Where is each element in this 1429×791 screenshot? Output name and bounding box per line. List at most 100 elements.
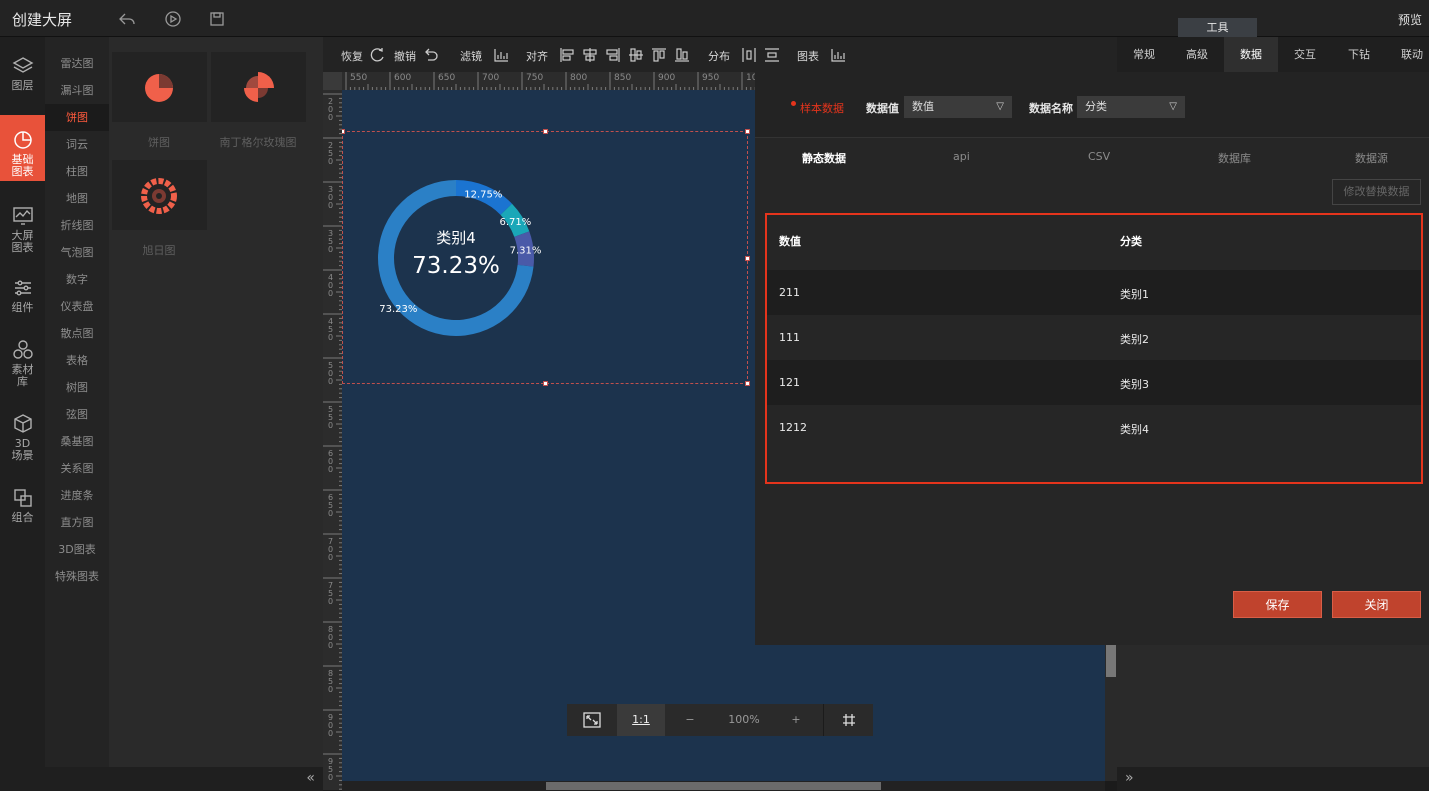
category-item[interactable]: 弦图 [45, 401, 109, 428]
zoom-in-button[interactable]: + [781, 704, 811, 736]
table-row[interactable]: 121 类别3 [767, 360, 1421, 405]
fit-screen-button[interactable] [567, 704, 617, 736]
tab-advanced[interactable]: 高级 [1170, 37, 1224, 72]
rail-item-3d-scene[interactable]: 3D 场景 [0, 413, 45, 462]
category-item[interactable]: 进度条 [45, 482, 109, 509]
tools-tab[interactable]: 工具 [1178, 18, 1257, 37]
play-icon[interactable] [164, 10, 182, 28]
thumbnail-sunburst[interactable] [112, 160, 207, 230]
cell-value[interactable]: 111 [779, 331, 800, 344]
align-middle-icon[interactable] [628, 47, 644, 63]
rail-item-basic-charts[interactable]: 基础 图表 [0, 115, 45, 181]
ruler-label: 450 [328, 317, 334, 342]
close-button[interactable]: 关闭 [1332, 591, 1421, 618]
tab-api[interactable]: api [953, 150, 970, 163]
value-field-select[interactable]: 数值 ▽ [904, 96, 1012, 118]
rail-item-assets[interactable]: 素材 库 [0, 339, 45, 388]
category-item[interactable]: 折线图 [45, 212, 109, 239]
category-item[interactable]: 柱图 [45, 158, 109, 185]
cell-category[interactable]: 类别4 [1120, 421, 1149, 437]
category-item[interactable]: 散点图 [45, 320, 109, 347]
scroll-thumb[interactable] [546, 782, 881, 790]
tab-csv[interactable]: CSV [1088, 150, 1110, 163]
align-right-icon[interactable] [605, 47, 621, 63]
resize-handle[interactable] [745, 256, 750, 261]
resize-handle[interactable] [745, 129, 750, 134]
distribute-button[interactable]: 分布 [708, 48, 730, 64]
save-button[interactable]: 保存 [1233, 591, 1322, 618]
scroll-thumb[interactable] [1106, 645, 1116, 677]
resize-handle[interactable] [543, 129, 548, 134]
category-item[interactable]: 饼图 [45, 104, 109, 131]
resize-handle[interactable] [745, 381, 750, 386]
rail-item-components[interactable]: 组件 [0, 277, 45, 314]
cell-category[interactable]: 类别2 [1120, 331, 1149, 347]
ruler-label: 200 [328, 97, 334, 122]
resize-handle[interactable] [543, 381, 548, 386]
rail-item-group[interactable]: 组合 [0, 487, 45, 524]
one-to-one-button[interactable]: 1:1 [617, 704, 665, 736]
thumbnail-rose[interactable] [211, 52, 306, 122]
grid-toggle-button[interactable] [823, 704, 873, 736]
collapse-left-icon[interactable]: « [306, 770, 315, 786]
horizontal-scrollbar[interactable] [342, 781, 1105, 791]
rail-item-screen-charts[interactable]: 大屏 图表 [0, 205, 45, 254]
align-center-icon[interactable] [582, 47, 598, 63]
undo-button[interactable]: 撤销 [394, 48, 416, 64]
name-field-select[interactable]: 分类 ▽ [1077, 96, 1185, 118]
rail-item-layers[interactable]: 图层 [0, 55, 45, 92]
tab-drilldown[interactable]: 下钻 [1332, 37, 1386, 72]
category-item[interactable]: 漏斗图 [45, 77, 109, 104]
category-item[interactable]: 词云 [45, 131, 109, 158]
category-item[interactable]: 直方图 [45, 509, 109, 536]
cell-value[interactable]: 1212 [779, 421, 807, 434]
redo-button[interactable]: 恢复 [341, 48, 363, 64]
category-item[interactable]: 仪表盘 [45, 293, 109, 320]
distribute-horizontal-icon[interactable] [741, 47, 757, 63]
collapse-right-icon[interactable]: » [1125, 770, 1134, 786]
table-row[interactable]: 211 类别1 [767, 270, 1421, 315]
category-item[interactable]: 气泡图 [45, 239, 109, 266]
filter-button[interactable]: 滤镜 [460, 48, 482, 64]
resize-handle[interactable] [342, 129, 345, 134]
tab-static-data[interactable]: 静态数据 [802, 150, 846, 166]
category-item[interactable]: 特殊图表 [45, 563, 109, 590]
category-item[interactable]: 数字 [45, 266, 109, 293]
tab-datasource[interactable]: 数据源 [1355, 150, 1388, 166]
chart-filter-icon[interactable] [493, 47, 509, 63]
edit-replace-data-button[interactable]: 修改替换数据 [1332, 179, 1421, 205]
cell-category[interactable]: 类别1 [1120, 286, 1149, 302]
redo-icon[interactable] [370, 47, 386, 63]
zoom-out-button[interactable]: − [675, 704, 705, 736]
cell-value[interactable]: 211 [779, 286, 800, 299]
category-item[interactable]: 3D图表 [45, 536, 109, 563]
cell-category[interactable]: 类别3 [1120, 376, 1149, 392]
category-item[interactable]: 树图 [45, 374, 109, 401]
table-row[interactable]: 1212 类别4 [767, 405, 1421, 450]
chart-icon[interactable] [830, 47, 846, 63]
category-item[interactable]: 地图 [45, 185, 109, 212]
distribute-vertical-icon[interactable] [764, 47, 780, 63]
preview-button[interactable]: 预览 [1398, 11, 1422, 28]
align-top-icon[interactable] [651, 47, 667, 63]
undo-icon[interactable] [423, 47, 439, 63]
align-left-icon[interactable] [559, 47, 575, 63]
tab-interaction[interactable]: 交互 [1278, 37, 1332, 72]
tab-database[interactable]: 数据库 [1218, 150, 1251, 166]
tab-linkage[interactable]: 联动 [1385, 37, 1429, 72]
align-button[interactable]: 对齐 [526, 48, 548, 64]
tab-general[interactable]: 常规 [1117, 37, 1171, 72]
cell-value[interactable]: 121 [779, 376, 800, 389]
category-item[interactable]: 表格 [45, 347, 109, 374]
tab-data[interactable]: 数据 [1224, 37, 1278, 72]
chart-button[interactable]: 图表 [797, 48, 819, 64]
back-icon[interactable] [118, 10, 136, 28]
align-bottom-icon[interactable] [674, 47, 690, 63]
category-item[interactable]: 关系图 [45, 455, 109, 482]
save-icon[interactable] [208, 10, 226, 28]
category-item[interactable]: 桑基图 [45, 428, 109, 455]
selected-chart-widget[interactable]: 类别4 73.23% 12.75% 6.71% 7.31% 73.23% [342, 129, 750, 386]
category-item[interactable]: 雷达图 [45, 50, 109, 77]
thumbnail-pie[interactable] [112, 52, 207, 122]
table-row[interactable]: 111 类别2 [767, 315, 1421, 360]
